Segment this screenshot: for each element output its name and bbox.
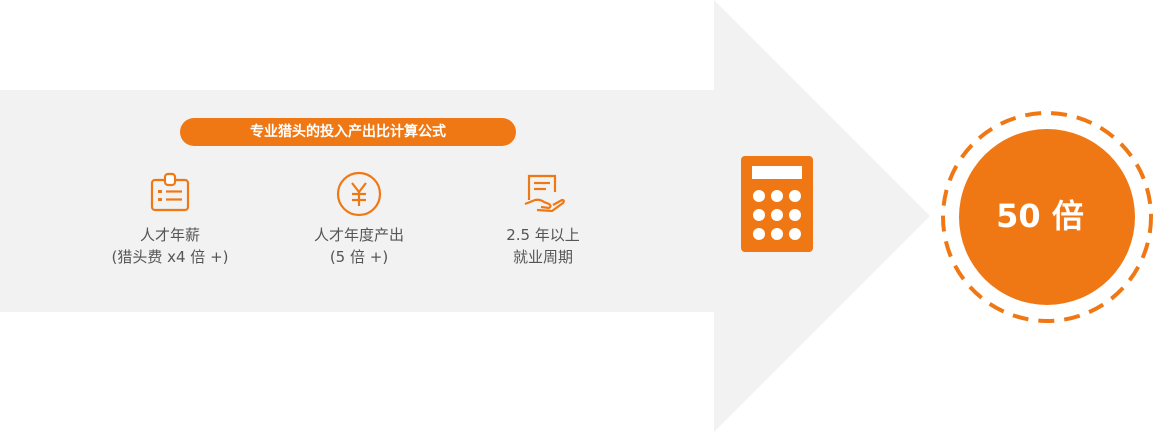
factor-annual-output: 人才年度产出 (5 倍 +)	[269, 170, 449, 268]
factor-label: 人才年度产出	[313, 226, 404, 244]
factor-label: 人才年薪	[139, 226, 200, 244]
factor-label: 2.5 年以上	[506, 226, 580, 244]
id-badge-icon	[150, 172, 190, 212]
factor-detail: (5 倍 +)	[329, 248, 389, 266]
result-value: 50 倍	[996, 197, 1084, 235]
document-hand-icon	[524, 174, 565, 213]
factor-employment-period: 2.5 年以上 就业周期	[453, 170, 633, 268]
factor-detail: 就业周期	[512, 248, 573, 266]
factor-detail: (猎头费 x4 倍 +)	[111, 248, 229, 266]
yuan-coin-icon	[336, 171, 382, 217]
formula-title: 专业猎头的投入产出比计算公式	[180, 118, 516, 146]
calculator-icon	[741, 156, 813, 252]
factor-annual-salary: 人才年薪 (猎头费 x4 倍 +)	[80, 170, 260, 268]
